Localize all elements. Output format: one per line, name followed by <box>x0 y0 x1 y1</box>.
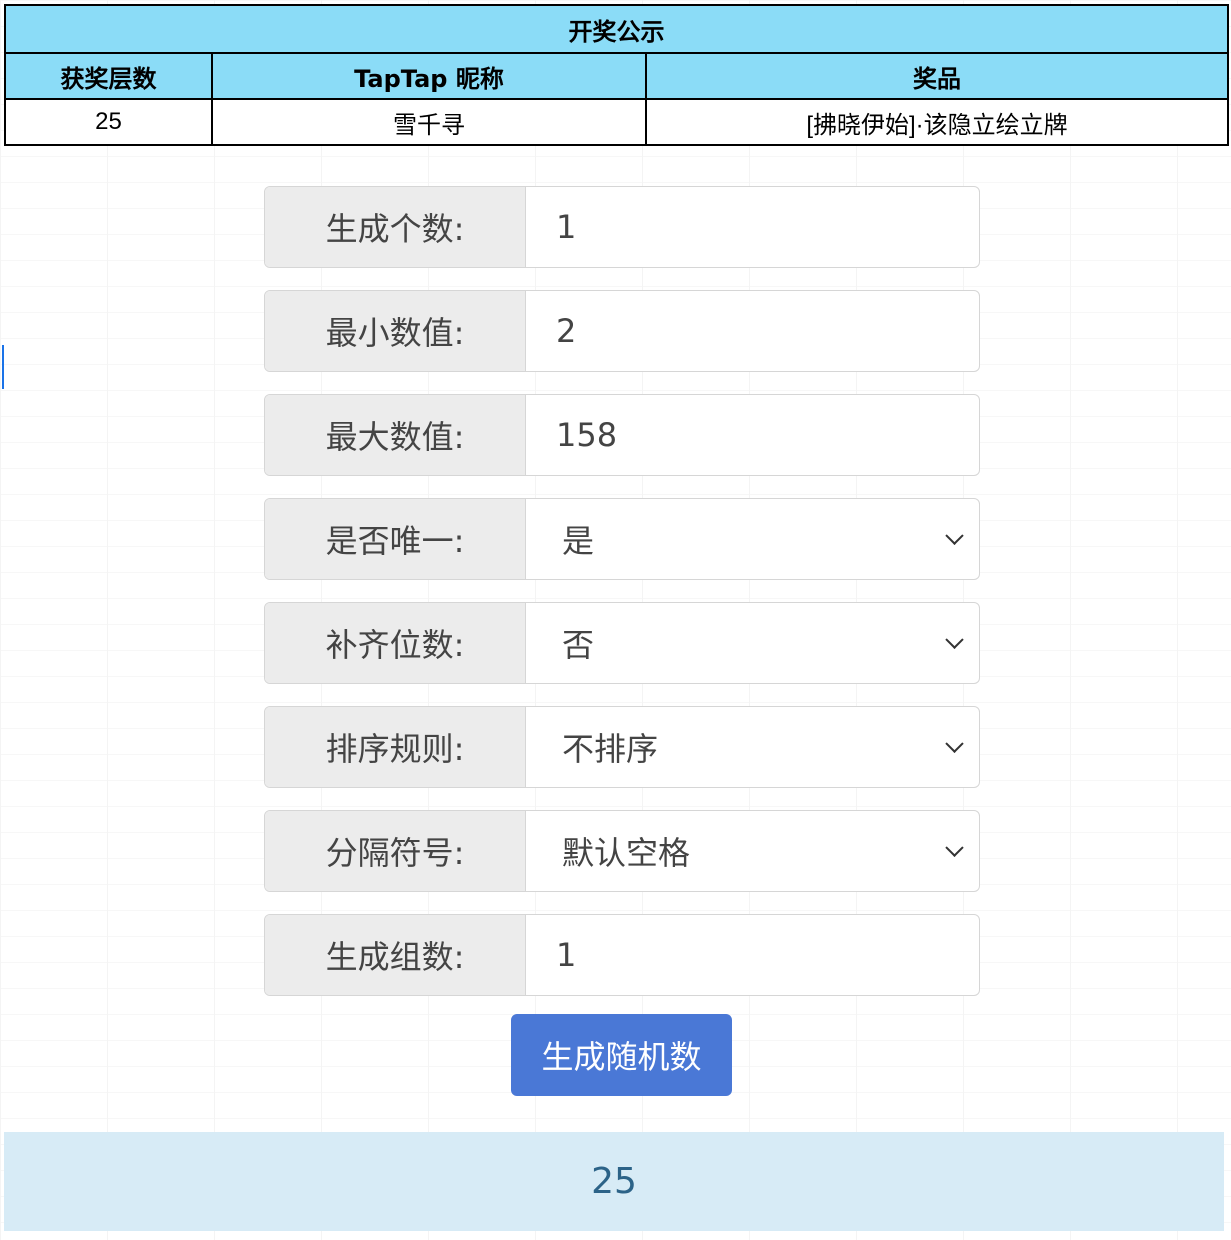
separator-row: 分隔符号: 默认空格 <box>264 810 980 892</box>
cell-cursor-indicator <box>2 345 4 389</box>
min-label: 最小数值: <box>265 291 526 371</box>
groups-row: 生成组数: 1 <box>264 914 980 996</box>
result-value: 25 <box>591 1161 637 1202</box>
random-generator-form: 生成个数: 1 最小数值: 2 最大数值: 158 是否唯一: 是 补齐位数: … <box>264 186 980 1018</box>
pad-row: 补齐位数: 否 <box>264 602 980 684</box>
chevron-down-icon <box>945 838 964 857</box>
separator-select-value: 默认空格 <box>562 834 691 872</box>
result-display: 25 <box>4 1132 1224 1231</box>
sort-select[interactable]: 不排序 <box>526 707 979 787</box>
max-row: 最大数值: 158 <box>264 394 980 476</box>
count-input[interactable]: 1 <box>526 187 979 267</box>
count-label: 生成个数: <box>265 187 526 267</box>
min-row: 最小数值: 2 <box>264 290 980 372</box>
chevron-down-icon <box>945 630 964 649</box>
chevron-down-icon <box>945 734 964 753</box>
unique-select[interactable]: 是 <box>526 499 979 579</box>
min-input[interactable]: 2 <box>526 291 979 371</box>
header-floor: 获奖层数 <box>4 52 213 100</box>
max-label: 最大数值: <box>265 395 526 475</box>
max-input[interactable]: 158 <box>526 395 979 475</box>
generate-random-button[interactable]: 生成随机数 <box>511 1014 732 1096</box>
header-nickname: TapTap 昵称 <box>211 52 647 100</box>
cell-nickname: 雪千寻 <box>211 98 647 146</box>
unique-row: 是否唯一: 是 <box>264 498 980 580</box>
lottery-result-table: 开奖公示 获奖层数 TapTap 昵称 奖品 25 雪千寻 [拂晓伊始]·该隐立… <box>3 4 1230 146</box>
count-row: 生成个数: 1 <box>264 186 980 268</box>
header-prize: 奖品 <box>644 52 1230 100</box>
chevron-down-icon <box>945 526 964 545</box>
groups-input[interactable]: 1 <box>526 915 979 995</box>
sort-label: 排序规则: <box>265 707 526 787</box>
table-title-row: 开奖公示 <box>3 4 1230 54</box>
separator-label: 分隔符号: <box>265 811 526 891</box>
groups-label: 生成组数: <box>265 915 526 995</box>
table-header-row: 获奖层数 TapTap 昵称 奖品 <box>4 52 1230 100</box>
sort-row: 排序规则: 不排序 <box>264 706 980 788</box>
cell-prize: [拂晓伊始]·该隐立绘立牌 <box>644 98 1230 146</box>
separator-select[interactable]: 默认空格 <box>526 811 979 891</box>
unique-label: 是否唯一: <box>265 499 526 579</box>
table-title: 开奖公示 <box>3 4 1230 54</box>
unique-select-value: 是 <box>562 522 595 560</box>
sort-select-value: 不排序 <box>562 730 659 768</box>
pad-select[interactable]: 否 <box>526 603 979 683</box>
pad-select-value: 否 <box>562 626 595 664</box>
pad-label: 补齐位数: <box>265 603 526 683</box>
cell-floor: 25 <box>4 98 213 146</box>
table-row: 25 雪千寻 [拂晓伊始]·该隐立绘立牌 <box>4 98 1230 146</box>
